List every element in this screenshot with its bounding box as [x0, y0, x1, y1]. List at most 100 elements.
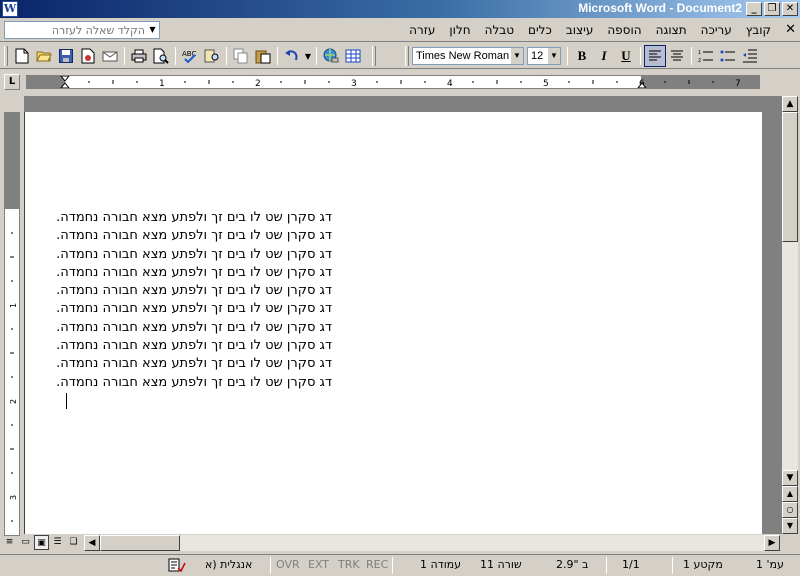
bold-button[interactable]: B [571, 45, 593, 67]
next-page-icon[interactable]: ▼ [782, 518, 798, 534]
italic-button[interactable]: I [593, 45, 615, 67]
spelling-status-icon[interactable] [168, 558, 186, 575]
tab-selector[interactable]: L [4, 74, 20, 90]
svg-text:2: 2 [698, 58, 701, 63]
menu-format[interactable]: עיצוב [559, 23, 601, 37]
menu-list: קובץ עריכה תצוגה הוספה עיצוב כלים טבלה ח… [402, 23, 778, 37]
numbering-icon[interactable]: 12 [695, 45, 717, 67]
save-icon[interactable] [55, 45, 77, 67]
status-separator [606, 557, 607, 574]
vertical-scrollbar[interactable]: ▲ ▼ ▲ ○ ▼ [782, 96, 798, 534]
toolbar-grip[interactable] [405, 46, 409, 66]
text-caret [66, 393, 67, 409]
font-name-combo[interactable]: Times New Roman ▼ [412, 47, 524, 65]
status-language[interactable]: אנגלית (א [205, 558, 252, 571]
print-icon[interactable] [128, 45, 150, 67]
spelling-icon[interactable]: ABC [179, 45, 201, 67]
word-app-icon[interactable]: W [2, 1, 18, 17]
close-document-icon[interactable]: ✕ [785, 22, 796, 37]
status-page-of: 1/1 [622, 558, 640, 571]
paragraph-line[interactable]: דג סקרן שט לו בים זך ולפתע מצא חבורה נחמ… [52, 264, 332, 282]
close-button[interactable]: ✕ [782, 2, 798, 16]
insert-table-icon[interactable] [342, 45, 364, 67]
paragraph-line[interactable]: דג סקרן שט לו בים זך ולפתע מצא חבורה נחמ… [52, 337, 332, 355]
menu-edit[interactable]: עריכה [694, 23, 739, 37]
menu-insert[interactable]: הוספה [600, 23, 648, 37]
toolbar-options-grip[interactable] [372, 46, 376, 66]
ask-question-dropdown-icon[interactable]: ▼ [147, 23, 158, 37]
restore-button[interactable]: ❐ [764, 2, 780, 16]
paragraph-line[interactable]: דג סקרן שט לו בים זך ולפתע מצא חבורה נחמ… [52, 246, 332, 264]
document-text[interactable]: דג סקרן שט לו בים זך ולפתע מצא חבורה נחמ… [52, 209, 332, 392]
font-size-combo[interactable]: 12 ▼ [527, 47, 561, 65]
underline-button[interactable]: U [615, 45, 637, 67]
research-icon[interactable] [201, 45, 223, 67]
menu-tools[interactable]: כלים [521, 23, 559, 37]
paragraph-line[interactable]: דג סקרן שט לו בים זך ולפתע מצא חבורה נחמ… [52, 209, 332, 227]
status-ovr[interactable]: OVR [276, 558, 300, 571]
status-separator [392, 557, 393, 574]
paragraph-line[interactable]: דג סקרן שט לו בים זך ולפתע מצא חבורה נחמ… [52, 282, 332, 300]
previous-page-icon[interactable]: ▲ [782, 486, 798, 502]
menu-view[interactable]: תצוגה [649, 23, 694, 37]
toolbar-separator [175, 47, 176, 65]
toolbar-grip[interactable] [4, 46, 8, 66]
menu-window[interactable]: חלון [442, 23, 477, 37]
horizontal-scroll-row: ≡ ▭ ▣ ☰ ❏ ◀ ▶ [0, 534, 800, 552]
font-name-dropdown-icon[interactable]: ▼ [511, 48, 523, 64]
reading-layout-view-icon[interactable]: ❏ [66, 535, 81, 550]
align-left-icon[interactable] [644, 45, 666, 67]
paragraph-line[interactable]: דג סקרן שט לו בים זך ולפתע מצא חבורה נחמ… [52, 227, 332, 245]
new-document-icon[interactable] [11, 45, 33, 67]
ruler-label-1: 1 [159, 79, 165, 88]
open-folder-icon[interactable] [33, 45, 55, 67]
horizontal-ruler[interactable]: 1 2 3 4 5 6 7 [26, 75, 760, 89]
undo-dropdown-icon[interactable]: ▼ [303, 45, 313, 67]
scroll-up-icon[interactable]: ▲ [782, 96, 798, 112]
paste-icon[interactable] [252, 45, 274, 67]
minimize-button[interactable]: _ [746, 2, 762, 16]
scroll-right-icon[interactable]: ▶ [764, 535, 780, 551]
vertical-scroll-thumb[interactable] [782, 112, 798, 242]
vertical-ruler[interactable]: 1 2 3 [4, 112, 20, 536]
email-icon[interactable] [99, 45, 121, 67]
copy-icon[interactable] [230, 45, 252, 67]
web-layout-view-icon[interactable]: ▭ [18, 535, 33, 550]
status-rec[interactable]: REC [366, 558, 388, 571]
outline-view-icon[interactable]: ☰ [50, 535, 65, 550]
decrease-indent-icon[interactable] [739, 45, 761, 67]
menu-help[interactable]: עזרה [402, 23, 442, 37]
status-line: שורה 11 [480, 558, 522, 571]
paragraph-line[interactable]: דג סקרן שט לו בים זך ולפתע מצא חבורה נחמ… [52, 374, 332, 392]
horizontal-scroll-thumb[interactable] [100, 535, 180, 551]
normal-view-icon[interactable]: ≡ [2, 535, 17, 550]
print-layout-view-icon[interactable]: ▣ [34, 535, 49, 550]
paragraph-line[interactable]: דג סקרן שט לו בים זך ולפתע מצא חבורה נחמ… [52, 300, 332, 318]
toolbar-separator [567, 47, 568, 65]
status-bar: עמ' 1 מקטע 1 1/1 ב "2.9 שורה 11 עמודה 1 … [0, 554, 800, 576]
paragraph-line[interactable]: דג סקרן שט לו בים זך ולפתע מצא חבורה נחמ… [52, 319, 332, 337]
insert-hyperlink-icon[interactable] [320, 45, 342, 67]
paragraph-line[interactable]: דג סקרן שט לו בים זך ולפתע מצא חבורה נחמ… [52, 355, 332, 373]
status-ext[interactable]: EXT [308, 558, 329, 571]
align-center-icon[interactable] [666, 45, 688, 67]
select-browse-object-icon[interactable]: ○ [782, 502, 798, 518]
permission-icon[interactable] [77, 45, 99, 67]
scroll-left-icon[interactable]: ◀ [84, 535, 100, 551]
ask-question-input[interactable] [7, 23, 145, 37]
font-size-dropdown-icon[interactable]: ▼ [548, 48, 560, 64]
svg-text:1: 1 [698, 50, 701, 56]
status-column: עמודה 1 [420, 558, 462, 571]
font-size-value: 12 [531, 50, 544, 62]
document-page[interactable]: דג סקרן שט לו בים זך ולפתע מצא חבורה נחמ… [24, 112, 762, 534]
scroll-down-icon[interactable]: ▼ [782, 470, 798, 486]
status-trk[interactable]: TRK [338, 558, 360, 571]
menu-table[interactable]: טבלה [478, 23, 521, 37]
bullets-icon[interactable] [717, 45, 739, 67]
vruler-label-1: 1 [9, 303, 18, 308]
menu-file[interactable]: קובץ [739, 23, 778, 37]
horizontal-scrollbar[interactable]: ◀ ▶ [84, 535, 780, 551]
undo-icon[interactable] [281, 45, 303, 67]
print-preview-icon[interactable] [150, 45, 172, 67]
ask-question-box[interactable]: ▼ [4, 21, 160, 39]
